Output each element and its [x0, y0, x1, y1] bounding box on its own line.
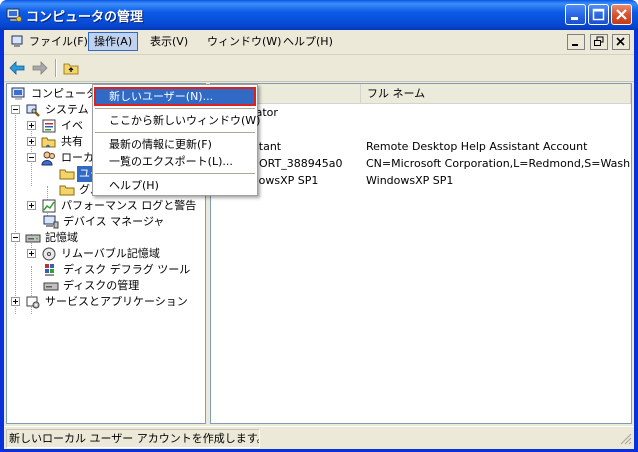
list-item[interactable]: Assistant Remote Desktop Help Assistant … [211, 138, 631, 155]
list-header: フル ネーム [211, 84, 631, 104]
minimize-button[interactable] [565, 4, 586, 25]
tree-item-performance-logs[interactable]: パフォーマンス ログと警告 [27, 198, 203, 214]
folder-icon [59, 166, 75, 182]
expand-toggle[interactable] [27, 137, 36, 146]
menu-separator [95, 173, 255, 174]
menu-item-new-window-from-here[interactable]: ここから新しいウィンドウ(W) [95, 112, 260, 129]
tree-item-label: デバイス マネージャ [63, 215, 165, 228]
collapse-toggle[interactable] [11, 105, 20, 114]
tree-item-disk-defragmenter[interactable]: ディスク デフラグ ツール [43, 262, 203, 278]
event-viewer-icon [41, 118, 57, 134]
user-full-name: WindowsXP SP1 [366, 174, 454, 187]
column-header-full-name[interactable]: フル ネーム [361, 84, 631, 103]
list-item[interactable]: t [211, 121, 631, 138]
back-arrow-icon [9, 61, 25, 75]
user-full-name: CN=Microsoft Corporation,L=Redmond,S=Was… [366, 157, 631, 170]
tree-item-label: ローカ [61, 151, 94, 164]
device-manager-icon [43, 214, 59, 230]
forward-button[interactable] [29, 58, 51, 78]
back-button[interactable] [6, 58, 28, 78]
disk-management-icon [43, 278, 59, 294]
menu-help[interactable]: ヘルプ(H) [278, 33, 338, 50]
menu-window[interactable]: ウィンドウ(W) [202, 33, 286, 50]
user-name: ORT_388945a0 [259, 157, 343, 170]
tree-item-label: 共有 [61, 135, 83, 148]
maximize-icon [592, 8, 605, 21]
close-icon [616, 9, 627, 20]
tree-item-label: 記憶域 [45, 231, 78, 244]
mdi-controls [566, 34, 630, 50]
status-bar: 新しいローカル ユーザー アカウントを作成します。 [4, 426, 634, 449]
expand-toggle[interactable] [27, 121, 36, 130]
restore-icon [593, 36, 603, 46]
menu-bar: ファイル(F) 操作(A) 表示(V) ウィンドウ(W) ヘルプ(H) [4, 30, 634, 55]
list-item[interactable]: nistrator [211, 104, 631, 121]
minimize-icon [571, 17, 578, 20]
tree-item-label: ディスクの管理 [63, 279, 140, 292]
title-bar[interactable]: コンピュータの管理 [0, 0, 638, 30]
action-menu-dropdown: 新しいユーザー(N)... ここから新しいウィンドウ(W) 最新の情報に更新(F… [92, 84, 260, 196]
resize-grip-icon[interactable] [618, 431, 632, 445]
tree-item-label: リムーバブル記憶域 [61, 247, 160, 260]
tree-item-services-applications[interactable]: サービスとアプリケーション [11, 294, 203, 310]
removable-storage-icon [41, 246, 57, 262]
defrag-icon [43, 262, 59, 278]
toolbar-separator [55, 59, 57, 77]
performance-icon [41, 198, 57, 214]
menu-item-help[interactable]: ヘルプ(H) [95, 177, 255, 194]
tree-item-label: サービスとアプリケーション [45, 295, 188, 308]
tree-item-label: イベ [61, 119, 83, 132]
menu-action[interactable]: 操作(A) [88, 32, 139, 51]
storage-icon [25, 230, 41, 246]
tree-item-device-manager[interactable]: デバイス マネージャ [43, 214, 203, 230]
close-button[interactable] [611, 4, 632, 25]
tree-item-disk-management[interactable]: ディスクの管理 [43, 278, 203, 294]
toolbar [4, 55, 634, 82]
computer-management-icon [6, 7, 22, 23]
expand-toggle[interactable] [27, 249, 36, 258]
tree-item-label: ディスク デフラグ ツール [63, 263, 191, 276]
up-one-level-button[interactable] [60, 58, 82, 78]
tree-item-label: パフォーマンス ログと警告 [61, 199, 197, 212]
menu-item-refresh[interactable]: 最新の情報に更新(F) [95, 136, 255, 153]
user-full-name: Remote Desktop Help Assistant Account [366, 140, 588, 153]
list-item[interactable]: ORT_388945a0 CN=Microsoft Corporation,L=… [211, 155, 631, 172]
expand-toggle[interactable] [11, 297, 20, 306]
expand-toggle[interactable] [27, 201, 36, 210]
computer-management-window: コンピュータの管理 ファイル(F) 操作(A) 表示(V) ウィンドウ(W) ヘ… [0, 0, 638, 452]
forward-arrow-icon [32, 61, 48, 75]
list-item[interactable]: WindowsXP SP1 WindowsXP SP1 [211, 172, 631, 189]
menu-item-export-list[interactable]: 一覧のエクスポート(L)... [95, 153, 255, 170]
menu-separator [95, 108, 255, 109]
services-icon [25, 294, 41, 310]
menu-view[interactable]: 表示(V) [145, 33, 193, 50]
mdi-close-button[interactable] [612, 34, 630, 50]
tree-item-storage[interactable]: 記憶域 [11, 230, 203, 246]
menu-item-new-user[interactable]: 新しいユーザー(N)... [94, 87, 256, 106]
mdi-minimize-button[interactable] [567, 34, 585, 50]
tree-item-label: システム [45, 103, 89, 116]
collapse-toggle[interactable] [11, 233, 20, 242]
system-tools-icon [25, 102, 41, 118]
up-folder-icon [63, 63, 79, 75]
collapse-toggle[interactable] [27, 153, 36, 162]
computer-management-icon [11, 86, 27, 102]
shared-folder-icon [41, 134, 57, 150]
folder-icon [59, 182, 75, 198]
users-groups-icon [41, 150, 57, 166]
mdi-restore-button[interactable] [589, 34, 608, 50]
client-area: ファイル(F) 操作(A) 表示(V) ウィンドウ(W) ヘルプ(H) コンピュ… [4, 30, 634, 449]
menu-file[interactable]: ファイル(F) [24, 33, 93, 50]
minimize-icon [572, 44, 578, 46]
menu-separator [95, 132, 255, 133]
status-text: 新しいローカル ユーザー アカウントを作成します。 [6, 429, 260, 448]
tree-item-removable-storage[interactable]: リムーバブル記憶域 [27, 246, 203, 262]
maximize-button[interactable] [588, 4, 609, 25]
close-icon [616, 37, 625, 46]
window-title: コンピュータの管理 [26, 10, 144, 25]
users-list[interactable]: フル ネーム nistrator t Assistant Remote Desk… [210, 83, 632, 424]
